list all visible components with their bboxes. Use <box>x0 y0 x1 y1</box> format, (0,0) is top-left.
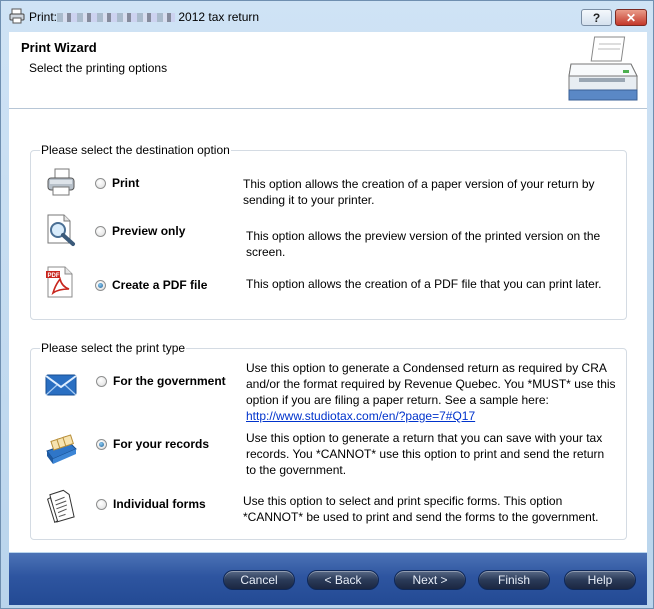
wizard-header: Print Wizard Select the printing options <box>9 32 647 109</box>
printer-icon <box>47 168 75 196</box>
print-type-group: Please select the print type For the gov… <box>30 341 627 540</box>
sample-link[interactable]: http://www.studiotax.com/en/?page=7#Q17 <box>246 409 475 423</box>
help-button[interactable]: Help <box>564 570 636 590</box>
printer-icon <box>568 36 638 101</box>
for-government-radio[interactable] <box>96 376 107 387</box>
print-label[interactable]: Print <box>112 176 139 190</box>
wizard-subtitle: Select the printing options <box>29 61 168 75</box>
print-wizard-window: Print: 2012 tax return ? ✕ Print Wizard … <box>0 0 654 609</box>
for-government-label[interactable]: For the government <box>113 374 226 388</box>
wizard-footer: Cancel < Back Next > Finish Help <box>9 553 647 605</box>
finish-button[interactable]: Finish <box>478 570 550 590</box>
print-description: This option allows the creation of a pap… <box>243 177 595 207</box>
preview-only-radio[interactable] <box>95 226 106 237</box>
document-icon <box>47 489 75 523</box>
svg-text:PDF: PDF <box>48 273 60 279</box>
for-government-description: Use this option to generate a Condensed … <box>246 360 616 424</box>
close-button[interactable]: ✕ <box>615 9 647 26</box>
back-button[interactable]: < Back <box>307 570 379 590</box>
individual-forms-radio[interactable] <box>96 499 107 510</box>
print-radio[interactable] <box>95 178 106 189</box>
create-pdf-radio[interactable] <box>95 280 106 291</box>
card-file-icon <box>46 434 77 464</box>
preview-only-description: This option allows the preview version o… <box>246 229 601 259</box>
individual-forms-label[interactable]: Individual forms <box>113 497 206 511</box>
preview-only-label[interactable]: Preview only <box>112 224 185 238</box>
envelope-icon <box>45 374 77 396</box>
app-icon <box>9 8 25 24</box>
individual-forms-description: Use this option to select and print spec… <box>243 494 599 524</box>
pdf-file-icon: PDF <box>46 266 73 298</box>
destination-group: Please select the destination option Pri… <box>30 143 627 320</box>
for-records-label[interactable]: For your records <box>113 437 209 451</box>
for-records-description: Use this option to generate a return tha… <box>246 431 605 477</box>
help-title-button[interactable]: ? <box>581 9 612 26</box>
for-records-radio[interactable] <box>96 439 107 450</box>
title-bar: Print: 2012 tax return ? ✕ <box>1 1 653 31</box>
create-pdf-label[interactable]: Create a PDF file <box>112 278 207 292</box>
next-button[interactable]: Next > <box>394 570 466 590</box>
wizard-title: Print Wizard <box>21 40 97 55</box>
redacted-name <box>57 13 176 23</box>
create-pdf-description: This option allows the creation of a PDF… <box>246 277 602 291</box>
cancel-button[interactable]: Cancel <box>223 570 295 590</box>
print-type-group-title: Please select the print type <box>40 341 187 355</box>
preview-magnifier-icon <box>47 214 75 246</box>
window-title: Print: 2012 tax return <box>29 10 260 24</box>
for-government-text: Use this option to generate a Condensed … <box>246 361 616 407</box>
destination-group-title: Please select the destination option <box>40 143 231 157</box>
wizard-content: Please select the destination option Pri… <box>9 109 647 552</box>
